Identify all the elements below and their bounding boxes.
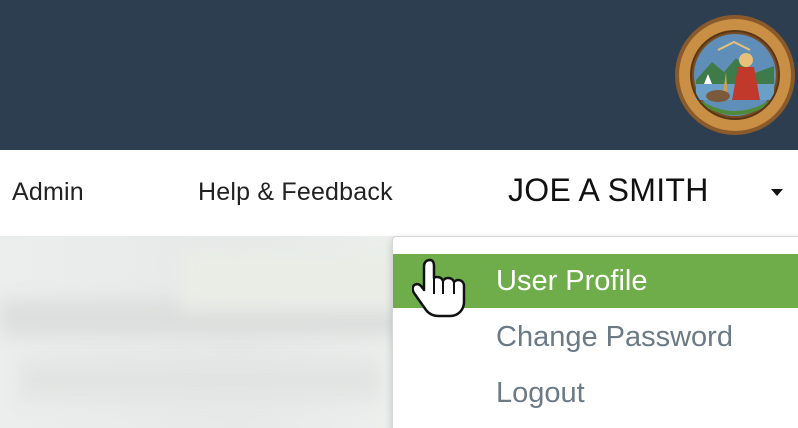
state-controller-seal-icon (675, 15, 795, 135)
menu-item-logout[interactable]: Logout (393, 366, 798, 420)
header-banner (0, 0, 798, 150)
user-menu-toggle[interactable]: JOE A SMITH (508, 172, 709, 209)
caret-down-icon[interactable] (771, 189, 783, 196)
hand-pointer-cursor-icon (412, 258, 466, 318)
screen: Admin Help & Feedback JOE A SMITH User P… (0, 0, 798, 428)
nav-admin-link[interactable]: Admin (12, 178, 84, 207)
blurred-content-strip (20, 360, 380, 400)
nav-help-feedback-link[interactable]: Help & Feedback (198, 178, 393, 207)
blurred-content-strip (180, 250, 410, 310)
